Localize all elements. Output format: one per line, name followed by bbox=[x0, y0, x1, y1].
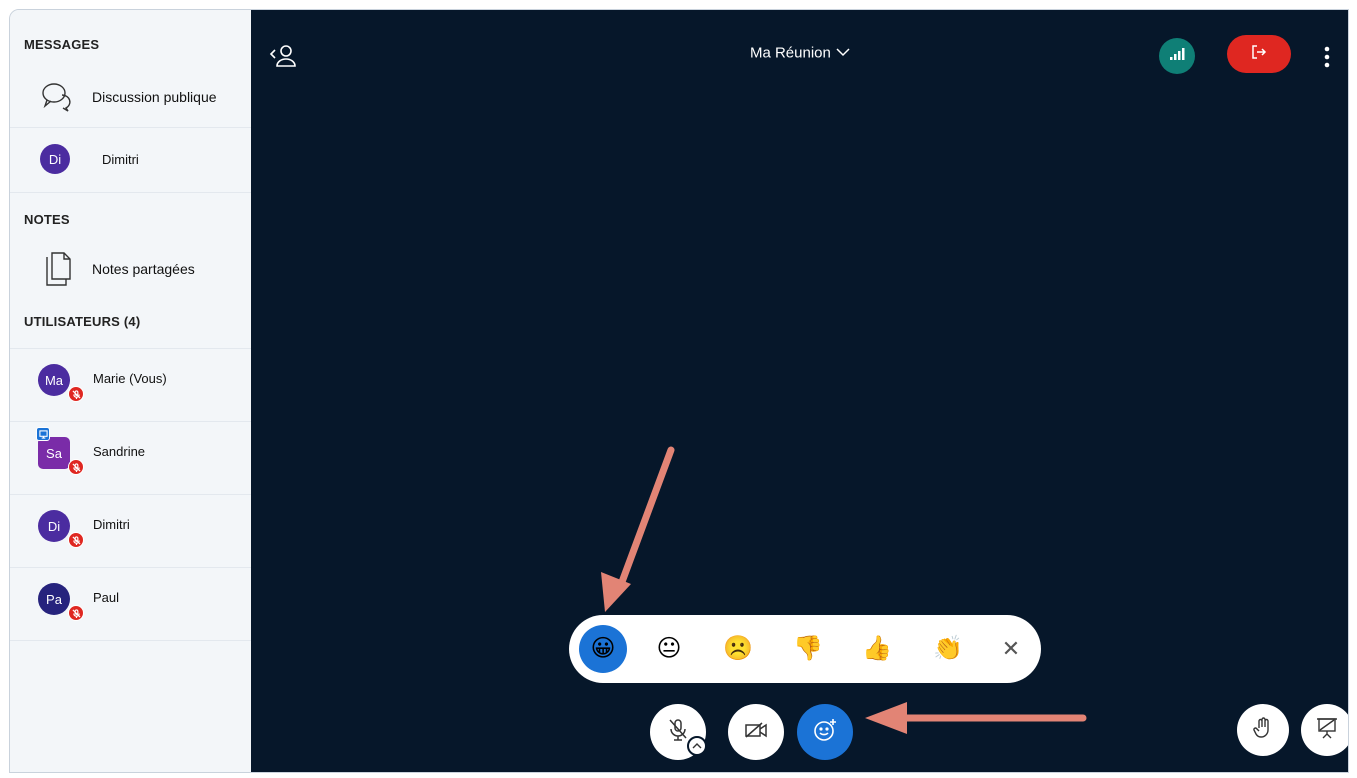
user-list-item[interactable]: Di Dimitri bbox=[10, 496, 251, 566]
sidebar: MESSAGES Discussion publique Di Dimitri … bbox=[10, 10, 251, 772]
presenter-icon bbox=[36, 427, 50, 441]
reaction-grinning[interactable]: 😀 bbox=[579, 625, 627, 673]
private-chat-name: Dimitri bbox=[102, 152, 139, 167]
raise-hand-button[interactable] bbox=[1237, 704, 1289, 756]
public-chat-label: Discussion publique bbox=[92, 89, 217, 105]
app-window: MESSAGES Discussion publique Di Dimitri … bbox=[9, 9, 1349, 773]
users-section-title: UTILISATEURS (4) bbox=[24, 314, 141, 329]
document-icon bbox=[44, 251, 72, 292]
close-reactions-button[interactable]: ✕ bbox=[994, 632, 1028, 666]
connection-status-button[interactable] bbox=[1159, 38, 1195, 74]
meeting-area: Ma Réunion 😀 😐 ☹️ 👎 👍 👏 ✕ bbox=[251, 10, 1348, 772]
muted-mic-icon bbox=[667, 718, 689, 747]
shared-notes-label: Notes partagées bbox=[92, 261, 195, 277]
camera-button[interactable] bbox=[728, 704, 784, 760]
muted-mic-icon bbox=[68, 532, 84, 548]
avatar: Ma bbox=[38, 364, 70, 396]
public-chat-item[interactable]: Discussion publique bbox=[10, 78, 251, 116]
exit-icon bbox=[1251, 44, 1267, 65]
shared-notes-item[interactable]: Notes partagées bbox=[10, 248, 251, 292]
chevron-up-icon bbox=[692, 737, 702, 755]
add-reaction-icon bbox=[812, 717, 838, 748]
presentation-screen-icon bbox=[1316, 717, 1338, 744]
divider bbox=[10, 348, 251, 349]
user-list-item[interactable]: Pa Paul bbox=[10, 569, 251, 639]
leave-meeting-button[interactable] bbox=[1227, 35, 1291, 73]
presentation-button[interactable] bbox=[1301, 704, 1348, 756]
avatar: Di bbox=[38, 510, 70, 542]
reactions-button[interactable] bbox=[797, 704, 853, 760]
user-list-item[interactable]: Sa Sandrine bbox=[10, 423, 251, 493]
notes-section-title: NOTES bbox=[24, 212, 70, 227]
reaction-clapping[interactable]: 👏 bbox=[931, 632, 965, 666]
divider bbox=[10, 421, 251, 422]
messages-section-title: MESSAGES bbox=[24, 37, 100, 52]
reaction-thumbs-up[interactable]: 👍 bbox=[860, 632, 894, 666]
divider bbox=[10, 567, 251, 568]
avatar: Sa bbox=[38, 437, 70, 469]
annotation-arrow-left bbox=[865, 702, 1087, 734]
avatar: Di bbox=[40, 144, 70, 174]
avatar: Pa bbox=[38, 583, 70, 615]
user-name: Sandrine bbox=[93, 444, 146, 459]
signal-bars-icon bbox=[1169, 47, 1185, 66]
annotation-arrow-down bbox=[601, 446, 675, 612]
divider bbox=[10, 192, 251, 193]
more-options-icon[interactable] bbox=[1324, 46, 1330, 73]
audio-options-button[interactable] bbox=[687, 736, 707, 756]
user-name: Marie (Vous) bbox=[93, 371, 167, 386]
user-list-item[interactable]: Ma Marie (Vous) bbox=[10, 350, 251, 420]
muted-mic-icon bbox=[68, 605, 84, 621]
private-chat-item[interactable]: Di Dimitri bbox=[10, 137, 251, 183]
reaction-neutral[interactable]: 😐 bbox=[652, 632, 686, 666]
hand-icon bbox=[1253, 716, 1273, 744]
chevron-down-icon bbox=[835, 45, 851, 62]
reaction-frowning[interactable]: ☹️ bbox=[721, 632, 755, 666]
chat-bubbles-icon bbox=[40, 81, 74, 118]
divider bbox=[10, 640, 251, 641]
user-name: Dimitri bbox=[93, 517, 130, 532]
divider bbox=[10, 127, 251, 128]
reaction-thumbs-down[interactable]: 👎 bbox=[791, 632, 825, 666]
muted-mic-icon bbox=[68, 386, 84, 402]
camera-off-icon bbox=[744, 721, 768, 744]
divider bbox=[10, 494, 251, 495]
user-name: Paul bbox=[93, 590, 120, 605]
muted-mic-icon bbox=[68, 459, 84, 475]
